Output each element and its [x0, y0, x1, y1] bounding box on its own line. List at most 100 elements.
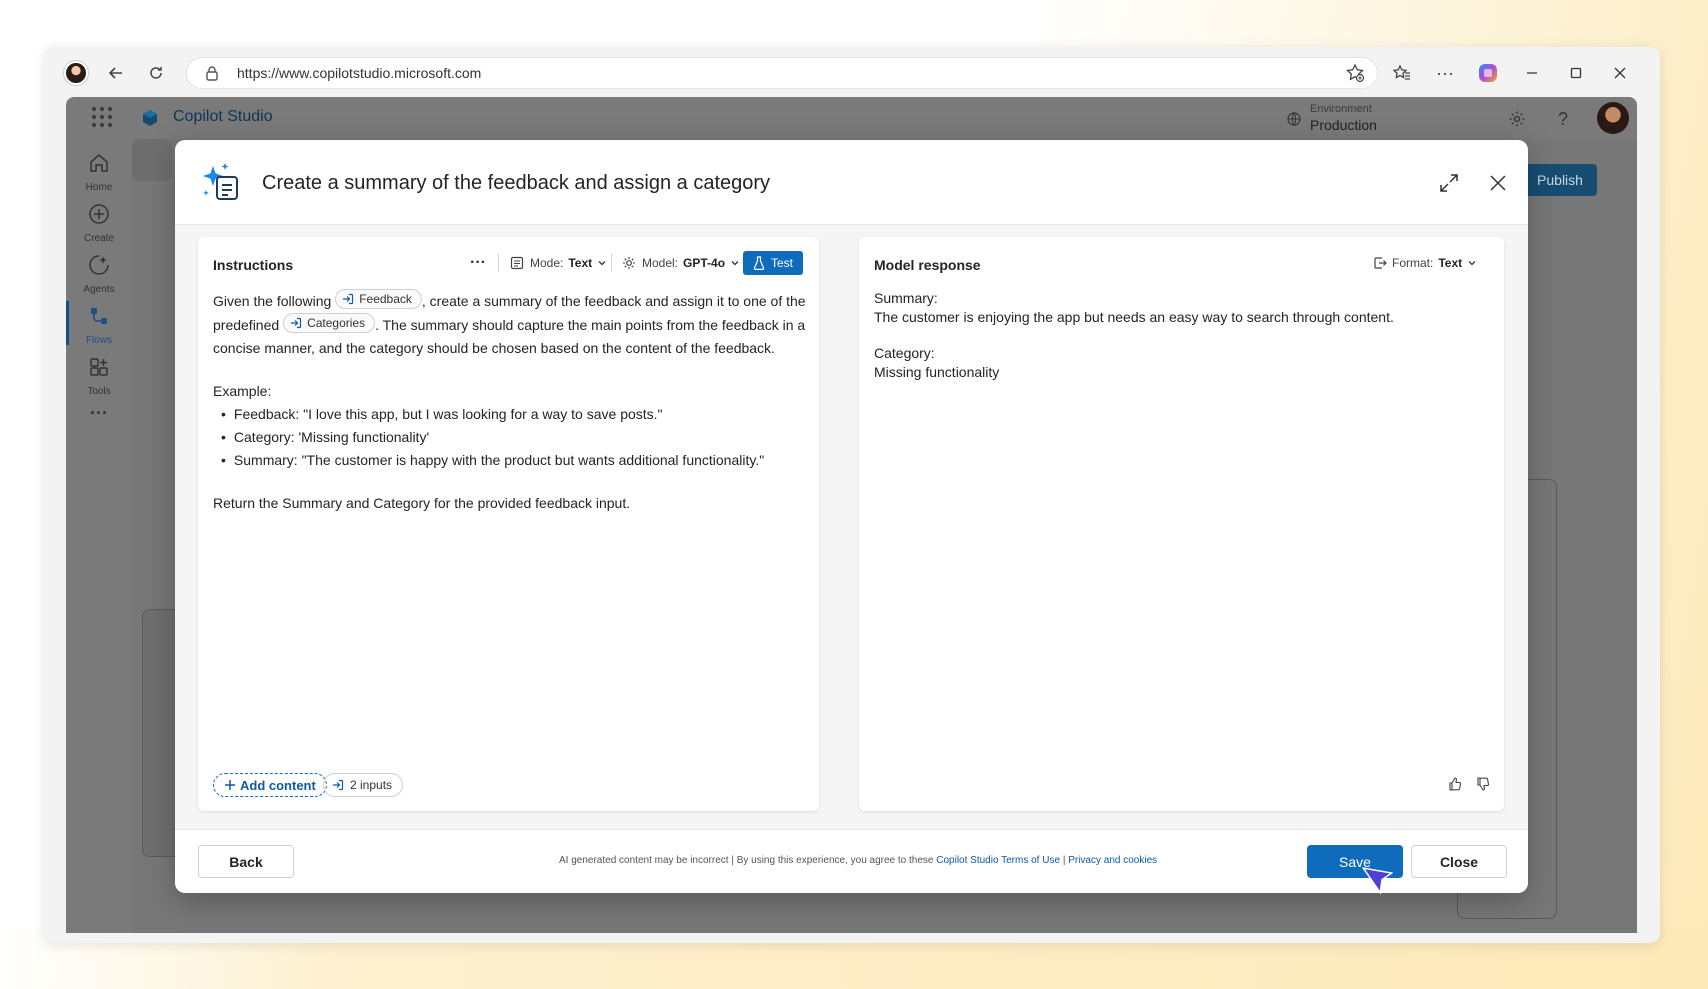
thumbs-down-icon[interactable] [1472, 773, 1494, 795]
example-list: Feedback: "I love this app, but I was lo… [213, 403, 813, 472]
input-variable-icon [343, 293, 354, 305]
privacy-link[interactable]: Privacy and cookies [1068, 855, 1157, 866]
test-button[interactable]: Test [743, 251, 803, 275]
back-button[interactable]: Back [198, 845, 294, 878]
flows-icon [91, 308, 107, 324]
dialog-header: Create a summary of the feedback and ass… [175, 140, 1528, 224]
pointer-cursor-icon [1361, 867, 1394, 895]
input-variable-icon [291, 317, 302, 329]
nav-label-flows: Flows [85, 335, 113, 346]
add-content-button[interactable]: Add content [213, 773, 327, 797]
url-text[interactable]: https://www.copilotstudio.microsoft.com [237, 65, 481, 81]
thumbs-up-icon[interactable] [1444, 773, 1466, 795]
mode-value: Text [568, 256, 593, 270]
more-nav-icon[interactable]: ··· [66, 403, 132, 433]
dialog-footer: Back AI generated content may be incorre… [175, 830, 1528, 893]
terms-of-use-link[interactable]: Copilot Studio Terms of Use [936, 855, 1060, 866]
model-dropdown[interactable]: Model: GPT-4o [622, 251, 740, 275]
copilot-studio-logo-icon [143, 110, 157, 126]
agents-icon [89, 255, 109, 275]
prompt-dialog: Create a summary of the feedback and ass… [175, 140, 1528, 893]
nav-tools[interactable]: Tools [66, 349, 132, 399]
feedback-input-chip[interactable]: Feedback [335, 289, 422, 309]
model-response-title: Model response [874, 257, 981, 273]
back-arrow-icon[interactable] [102, 59, 130, 87]
app-launcher-icon[interactable] [92, 107, 112, 127]
environment-value: Production [1310, 117, 1377, 133]
instructions-text-segment: , create a summary of the feedback and a… [421, 293, 806, 309]
environment-label: Environment [1310, 103, 1372, 115]
environment-picker[interactable]: Environment Production [1286, 103, 1396, 135]
chevron-down-icon [598, 261, 606, 266]
nav-flows[interactable]: Flows [66, 298, 132, 348]
expand-icon[interactable] [1438, 172, 1460, 194]
instructions-more-icon[interactable]: ··· [470, 251, 486, 275]
instructions-text[interactable]: Given the following Feedback , create a … [213, 289, 813, 515]
instructions-panel: Instructions ··· Mode: Text Model: GPT-4… [198, 237, 819, 811]
window-close-icon[interactable] [1608, 61, 1632, 85]
minimize-icon[interactable] [1520, 61, 1544, 85]
categories-chip-label: Categories [307, 315, 366, 330]
more-options-icon[interactable]: ··· [1433, 61, 1457, 85]
tools-icon [90, 358, 108, 376]
plus-icon [225, 780, 235, 790]
instructions-text-segment: Given the following [213, 293, 332, 309]
browser-profile-icon[interactable] [64, 61, 88, 85]
user-avatar[interactable] [1597, 102, 1629, 134]
model-value: GPT-4o [683, 256, 726, 270]
summary-text: The customer is enjoying the app but nee… [874, 309, 1394, 325]
publish-button[interactable]: Publish [1523, 164, 1597, 196]
disclaimer-separator: | [1062, 855, 1066, 866]
site-info-icon[interactable] [201, 62, 223, 84]
list-item: Category: 'Missing functionality' [221, 426, 813, 449]
dialog-title: Create a summary of the feedback and ass… [262, 172, 771, 194]
left-navigation: Home Create Agents Flows Tools ··· [66, 139, 132, 933]
model-response-panel: Model response Format: Text Summary: The… [859, 237, 1504, 811]
mode-label: Mode: [530, 256, 564, 270]
instructions-text-segment: predefined [213, 317, 280, 333]
summary-label: Summary: [874, 290, 938, 306]
instructions-title: Instructions [213, 257, 294, 273]
favorite-add-icon[interactable] [1345, 63, 1365, 86]
categories-input-chip[interactable]: Categories [283, 313, 376, 333]
nav-agents[interactable]: Agents [66, 247, 132, 297]
model-label: Model: [642, 256, 679, 270]
mode-icon [510, 256, 524, 270]
app-title[interactable]: Copilot Studio [173, 108, 273, 126]
model-icon [623, 257, 635, 269]
format-dropdown[interactable]: Format: Text [1373, 251, 1477, 275]
category-text: Missing functionality [874, 364, 1000, 380]
address-bar[interactable]: https://www.copilotstudio.microsoft.com [186, 57, 1378, 89]
nav-label-tools: Tools [87, 386, 111, 397]
close-icon[interactable] [1487, 172, 1509, 194]
flask-icon [753, 256, 765, 270]
inputs-count-label: 2 inputs [350, 778, 393, 792]
favorites-icon[interactable] [1390, 61, 1414, 85]
settings-gear-icon[interactable] [1506, 108, 1528, 130]
help-icon[interactable]: ? [1552, 108, 1574, 130]
refresh-icon[interactable] [142, 59, 170, 87]
canvas-tile [132, 139, 172, 181]
list-item: Summary: "The customer is happy with the… [221, 449, 813, 472]
nav-create[interactable]: Create [66, 196, 132, 246]
browser-toolbar: https://www.copilotstudio.microsoft.com … [44, 47, 1660, 97]
chevron-down-icon [1468, 261, 1476, 266]
dialog-body: Instructions ··· Mode: Text Model: GPT-4… [175, 224, 1528, 830]
format-icon [1374, 257, 1387, 269]
inputs-count-chip[interactable]: 2 inputs [323, 773, 404, 797]
toolbar-divider [498, 254, 499, 272]
close-button[interactable]: Close [1411, 845, 1507, 878]
list-item: Feedback: "I love this app, but I was lo… [221, 403, 813, 426]
home-icon [90, 154, 108, 172]
create-icon [89, 204, 109, 224]
nav-home[interactable]: Home [66, 145, 132, 195]
toolbar-divider [611, 254, 612, 272]
mode-dropdown[interactable]: Mode: Text [510, 251, 607, 275]
example-heading: Example: [213, 383, 272, 399]
environment-icon [1287, 112, 1301, 126]
nav-label-create: Create [83, 233, 114, 244]
add-content-label: Add content [240, 777, 316, 793]
maximize-icon[interactable] [1564, 61, 1588, 85]
copilot-icon[interactable] [1476, 61, 1500, 85]
ai-prompt-icon [203, 163, 238, 200]
